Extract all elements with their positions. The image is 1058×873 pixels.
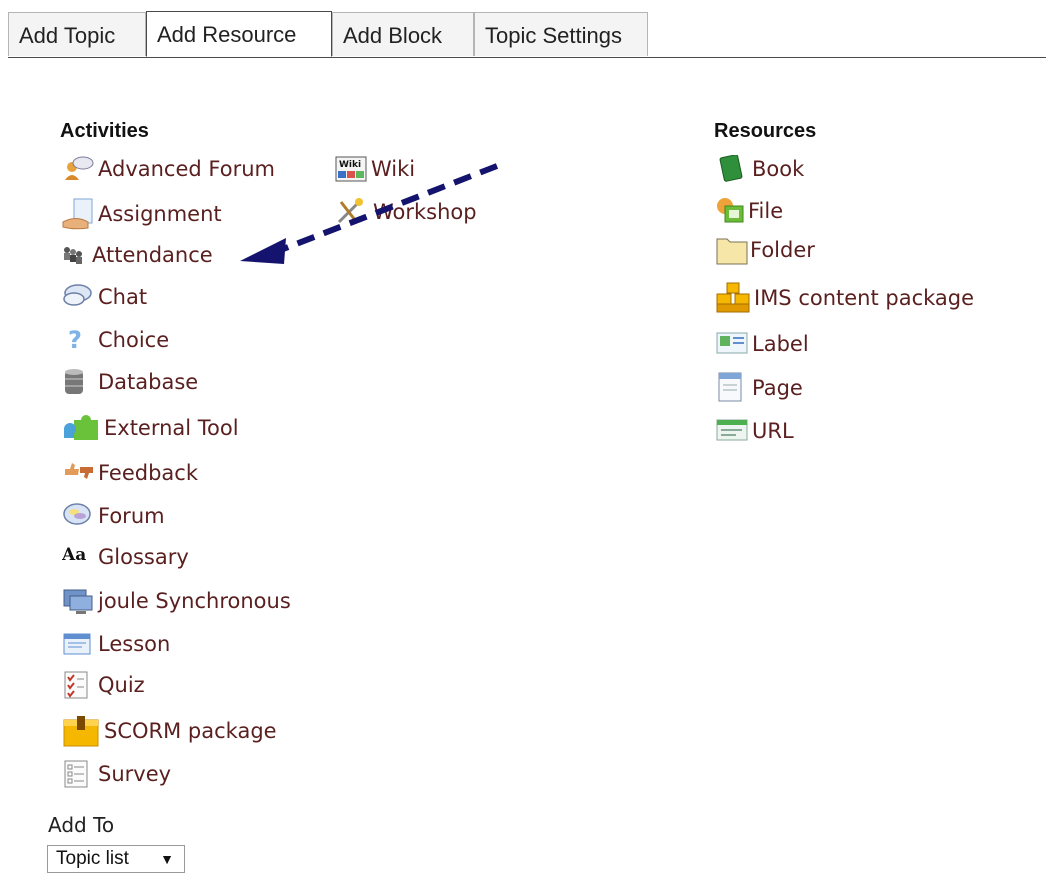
activity-scorm-package[interactable]: SCORM package [62, 714, 277, 748]
chat-icon [62, 283, 96, 311]
activity-label: Glossary [98, 545, 189, 569]
activity-label: Database [98, 370, 199, 394]
advanced-forum-icon [62, 155, 96, 183]
activity-label: Feedback [98, 461, 199, 485]
activity-label: Wiki [371, 157, 416, 181]
question-icon: ? [62, 326, 96, 354]
quiz-icon [62, 671, 96, 699]
url-icon [716, 417, 750, 445]
file-icon [716, 197, 746, 225]
activity-label: Assignment [98, 202, 222, 226]
activity-label: Chat [98, 285, 148, 309]
scorm-box-icon [62, 714, 102, 748]
activity-label: Lesson [98, 632, 171, 656]
chevron-down-icon: ▼ [160, 851, 174, 867]
resource-file[interactable]: File [716, 197, 783, 225]
add-to-selected-value: Topic list [56, 848, 129, 869]
resources-heading: Resources [714, 120, 817, 142]
tab-topic-settings[interactable]: Topic Settings [474, 12, 648, 56]
page-icon [716, 372, 750, 404]
activity-lesson[interactable]: Lesson [62, 630, 170, 658]
resource-folder[interactable]: Folder [716, 234, 815, 266]
glossary-icon: Aa [62, 543, 96, 571]
activity-label: Survey [98, 762, 172, 786]
svg-text:Aa: Aa [62, 545, 86, 565]
activity-wiki[interactable]: Wiki Wiki [335, 155, 415, 183]
activity-chat[interactable]: Chat [62, 283, 147, 311]
activity-label: Attendance [92, 243, 213, 267]
resource-book[interactable]: Book [716, 155, 804, 183]
label-icon [716, 330, 750, 358]
resource-label-text: Label [752, 332, 809, 356]
activity-label: SCORM package [104, 719, 277, 743]
svg-text:Wiki: Wiki [339, 160, 361, 170]
activity-label: Quiz [98, 673, 145, 697]
tab-add-topic[interactable]: Add Topic [8, 12, 146, 56]
puzzle-icon [62, 414, 102, 442]
activity-joule-synchronous[interactable]: joule Synchronous [62, 587, 291, 615]
attendance-icon [62, 241, 90, 269]
tab-add-resource[interactable]: Add Resource [146, 11, 332, 57]
tab-add-block[interactable]: Add Block [332, 12, 474, 56]
ims-package-icon [716, 282, 752, 314]
monitor-icon [62, 587, 96, 615]
survey-icon [62, 760, 96, 788]
resource-label[interactable]: Label [716, 330, 809, 358]
tab-bar: Add Topic Add Resource Add Block Topic S… [0, 0, 1058, 58]
assignment-icon [62, 198, 96, 230]
activities-heading: Activities [60, 120, 149, 142]
resource-label: File [748, 199, 784, 223]
activity-advanced-forum[interactable]: Advanced Forum [62, 155, 275, 183]
activity-label: Forum [98, 504, 165, 528]
activity-quiz[interactable]: Quiz [62, 671, 145, 699]
tab-divider [8, 57, 1046, 58]
activity-label: joule Synchronous [98, 589, 291, 613]
activity-survey[interactable]: Survey [62, 760, 171, 788]
resource-label: IMS content package [754, 286, 975, 310]
activity-label: External Tool [104, 416, 239, 440]
resource-label: URL [752, 419, 794, 443]
resource-ims-content-package[interactable]: IMS content package [716, 282, 974, 314]
activity-feedback[interactable]: Feedback [62, 459, 198, 487]
wiki-icon: Wiki [335, 155, 369, 183]
activity-external-tool[interactable]: External Tool [62, 414, 239, 442]
add-to-label: Add To [48, 813, 115, 837]
workshop-icon [335, 198, 371, 226]
lesson-icon [62, 630, 96, 658]
activity-attendance[interactable]: Attendance [62, 241, 213, 269]
activity-choice[interactable]: ? Choice [62, 326, 169, 354]
svg-text:?: ? [68, 326, 82, 354]
forum-icon [62, 502, 96, 530]
activity-label: Choice [98, 328, 170, 352]
activity-label: Advanced Forum [98, 157, 275, 181]
folder-icon [716, 234, 748, 266]
activity-label: Workshop [373, 200, 477, 224]
resource-label: Folder [750, 238, 815, 262]
thumbs-icon [62, 459, 96, 487]
activity-database[interactable]: Database [62, 368, 198, 396]
activity-assignment[interactable]: Assignment [62, 198, 222, 230]
activity-forum[interactable]: Forum [62, 502, 165, 530]
database-icon [62, 368, 96, 396]
resource-page[interactable]: Page [716, 372, 803, 404]
activity-workshop[interactable]: Workshop [335, 198, 477, 226]
resource-label: Page [752, 376, 803, 400]
add-to-select[interactable]: Topic list ▼ [47, 845, 185, 873]
resource-url[interactable]: URL [716, 417, 794, 445]
resource-label: Book [752, 157, 805, 181]
activity-glossary[interactable]: Aa Glossary [62, 543, 189, 571]
book-icon [716, 155, 750, 183]
